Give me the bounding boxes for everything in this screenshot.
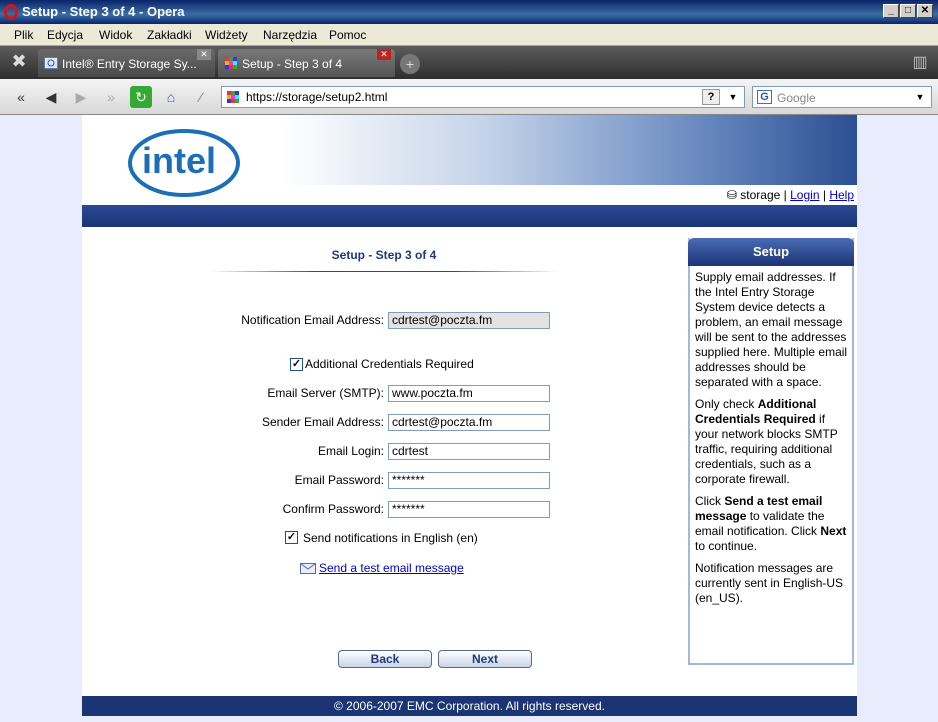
confirm-password-field[interactable]: ******* — [388, 501, 550, 518]
header-bar — [82, 205, 857, 227]
email-login-field[interactable]: cdrtest — [388, 443, 550, 460]
email-password-label: Email Password: — [294, 473, 384, 487]
tab-intel-storage[interactable]: Intel® Entry Storage Sy... ✕ — [38, 49, 215, 77]
storage-label: storage — [740, 188, 781, 202]
menu-widzety[interactable]: Widżety — [205, 28, 248, 42]
back-icon[interactable]: ◀ — [40, 86, 62, 108]
svg-text:intel: intel — [142, 140, 216, 181]
opera-icon — [4, 4, 18, 20]
menu-pomoc[interactable]: Pomoc — [329, 28, 366, 42]
help-paragraph: Supply email addresses. If the Intel Ent… — [695, 270, 848, 389]
english-notifications-checkbox[interactable]: ✓ — [285, 531, 298, 544]
tab-close-icon[interactable]: ✕ — [377, 49, 391, 60]
intel-logo: intel — [128, 129, 240, 197]
chevron-down-icon[interactable]: ▼ — [912, 89, 928, 105]
setup-help-panel: Setup Supply email addresses. If the Int… — [688, 238, 854, 665]
menu-plik[interactable]: Plik — [14, 28, 33, 42]
setup-help-body: Supply email addresses. If the Intel Ent… — [695, 270, 849, 613]
additional-credentials-checkbox[interactable]: ✓ — [290, 358, 303, 371]
navigation-toolbar: « ◀ ▶ » ↻ ⌂ ⁄ https://storage/setup2.htm… — [0, 79, 938, 115]
chevron-down-icon[interactable]: ▼ — [725, 89, 741, 105]
address-field[interactable]: https://storage/setup2.html ? ▼ — [221, 86, 745, 108]
header-links: ⛁ storage | Login | Help — [726, 188, 854, 202]
close-window-button[interactable]: ✕ — [917, 4, 933, 18]
fast-forward-icon[interactable]: » — [100, 86, 122, 108]
page-viewport: intel ⛁ storage | Login | Help Setup - S… — [0, 115, 938, 722]
home-icon[interactable]: ⌂ — [160, 86, 182, 108]
sender-email-label: Sender Email Address: — [261, 415, 384, 429]
setup-help-title: Setup — [688, 238, 854, 266]
menu-edycja[interactable]: Edycja — [47, 28, 83, 42]
minimize-button[interactable]: _ — [883, 4, 899, 18]
english-notifications-label: Send notifications in English (en) — [303, 531, 478, 545]
help-link[interactable]: Help — [829, 188, 854, 202]
forward-icon[interactable]: ▶ — [70, 86, 92, 108]
send-test-email-link[interactable]: Send a test email message — [319, 561, 464, 575]
edit-icon[interactable]: ⁄ — [190, 86, 212, 108]
page-content: intel ⛁ storage | Login | Help Setup - S… — [82, 115, 857, 716]
envelope-icon — [300, 563, 316, 574]
additional-credentials-label: Additional Credentials Required — [305, 357, 474, 371]
sender-email-field[interactable]: cdrtest@poczta.fm — [388, 414, 550, 431]
menu-narzedzia[interactable]: Narzędzia — [263, 28, 317, 42]
window-titlebar: Setup - Step 3 of 4 - Opera _ □ ✕ — [0, 0, 938, 24]
trash-icon[interactable]: ▥ — [908, 52, 932, 74]
smtp-field[interactable]: www.poczta.fm — [388, 385, 550, 402]
menu-zakladki[interactable]: Zakładki — [147, 28, 192, 42]
help-paragraph: Notification messages are currently sent… — [695, 561, 844, 605]
tab-setup-step[interactable]: Setup - Step 3 of 4 ✕ — [218, 49, 395, 77]
confirm-password-label: Confirm Password: — [282, 502, 384, 516]
rewind-icon[interactable]: « — [10, 86, 32, 108]
google-icon: G — [757, 90, 772, 104]
tab-bar: ✖ Intel® Entry Storage Sy... ✕ Setup - S… — [0, 46, 938, 79]
help-icon[interactable]: ? — [702, 89, 720, 105]
footer: © 2006-2007 EMC Corporation. All rights … — [82, 696, 857, 716]
address-text: https://storage/setup2.html — [246, 90, 388, 104]
tools-icon[interactable]: ✖ — [6, 51, 32, 75]
storage-icon: ⛁ — [726, 188, 737, 202]
help-paragraph: Click Send a test email message to valid… — [695, 494, 847, 553]
notification-email-field[interactable]: cdrtest@poczta.fm — [388, 312, 550, 329]
grid-favicon-icon — [225, 57, 237, 69]
email-password-field[interactable]: ******* — [388, 472, 550, 489]
page-icon — [44, 57, 58, 69]
search-field[interactable]: G Google ▼ — [752, 86, 932, 108]
title-divider — [209, 271, 559, 272]
grid-favicon-icon — [227, 91, 239, 103]
smtp-label: Email Server (SMTP): — [267, 386, 384, 400]
reload-icon[interactable]: ↻ — [130, 86, 152, 108]
banner-graphic — [282, 115, 857, 185]
form-title: Setup - Step 3 of 4 — [331, 248, 437, 262]
back-button[interactable]: Back — [338, 650, 432, 668]
help-paragraph: Only check Additional Credentials Requir… — [695, 397, 838, 486]
new-tab-button[interactable]: + — [400, 54, 420, 74]
next-button[interactable]: Next — [438, 650, 532, 668]
login-link[interactable]: Login — [790, 188, 819, 202]
header-banner: intel ⛁ storage | Login | Help — [82, 115, 857, 203]
maximize-button[interactable]: □ — [900, 4, 916, 18]
email-login-label: Email Login: — [317, 444, 384, 458]
window-title: Setup - Step 3 of 4 - Opera — [22, 4, 185, 19]
menu-widok[interactable]: Widok — [99, 28, 132, 42]
menu-bar: Plik Edycja Widok Zakładki Widżety Narzę… — [0, 24, 938, 46]
tab-close-icon[interactable]: ✕ — [197, 49, 211, 60]
notification-email-label: Notification Email Address: — [241, 313, 384, 327]
